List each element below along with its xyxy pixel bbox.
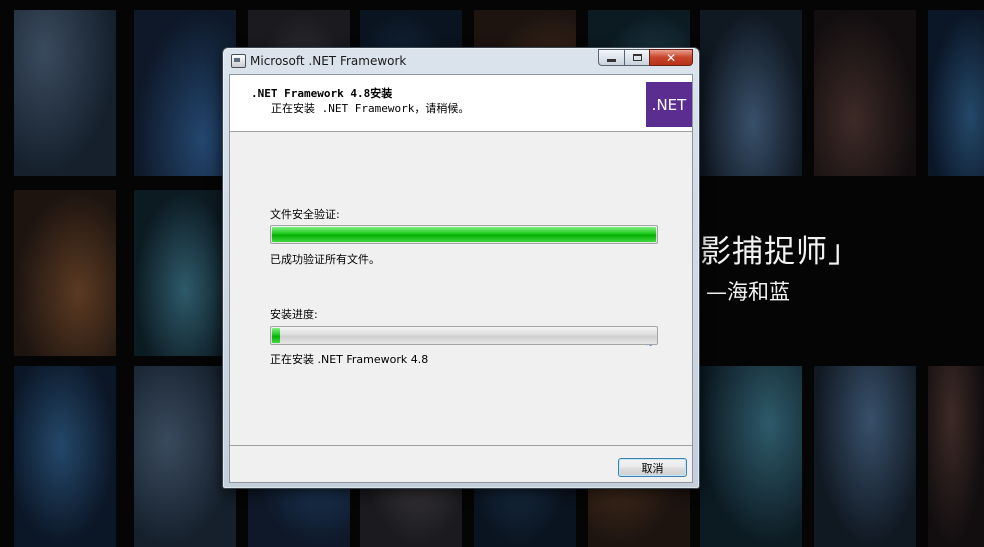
maximize-button[interactable] (624, 49, 649, 66)
setup-dialog-window: Microsoft .NET Framework ✕ .NET Framewor… (222, 47, 700, 489)
wallpaper-photo-tile (134, 10, 236, 176)
wallpaper-photo-tile (700, 10, 802, 176)
dotnet-logo: .NET (646, 82, 692, 127)
installer-app-icon[interactable] (231, 54, 246, 68)
verification-progress-bar (270, 225, 658, 244)
install-status: 正在安装 .NET Framework 4.8 (270, 353, 429, 366)
title-bar[interactable]: Microsoft .NET Framework ✕ (223, 48, 699, 74)
minimize-button[interactable] (598, 49, 624, 66)
wallpaper-title: 影捕捉师」 (700, 234, 860, 270)
install-progress-fill (272, 328, 280, 343)
cancel-button[interactable]: 取消 (618, 458, 687, 477)
verification-status: 已成功验证所有文件。 (270, 253, 380, 266)
minimize-icon (607, 59, 616, 62)
wallpaper-photo-tile (14, 366, 116, 547)
close-button[interactable]: ✕ (649, 49, 693, 66)
verification-progress-fill (272, 227, 656, 242)
close-icon: ✕ (665, 50, 677, 65)
wallpaper-photo-tile (814, 366, 916, 547)
footer-divider (230, 445, 692, 446)
wallpaper-photo-tile (928, 10, 984, 176)
wallpaper-photo-tile (700, 366, 802, 547)
install-progress-bar (270, 326, 658, 345)
header-subtitle: 正在安装 .NET Framework，请稍候。 (271, 102, 470, 115)
wallpaper-subtitle: —海和蓝 (706, 280, 790, 304)
header-title: .NET Framework 4.8安装 (251, 87, 393, 100)
dialog-header: .NET Framework 4.8安装 正在安装 .NET Framework… (230, 75, 692, 132)
install-progress-label: 安装进度: (270, 308, 318, 321)
verification-label: 文件安全验证: (270, 208, 340, 221)
dialog-client-area: .NET Framework 4.8安装 正在安装 .NET Framework… (229, 74, 693, 483)
wallpaper-photo-tile (14, 190, 116, 356)
wallpaper-photo-tile (134, 366, 236, 547)
caption-buttons: ✕ (598, 49, 693, 67)
wallpaper-photo-tile (928, 366, 984, 547)
wallpaper-photo-tile (134, 190, 236, 356)
maximize-icon (632, 54, 642, 61)
wallpaper-photo-tile (14, 10, 116, 176)
window-title: Microsoft .NET Framework (250, 54, 407, 68)
wallpaper-photo-tile (814, 10, 916, 176)
